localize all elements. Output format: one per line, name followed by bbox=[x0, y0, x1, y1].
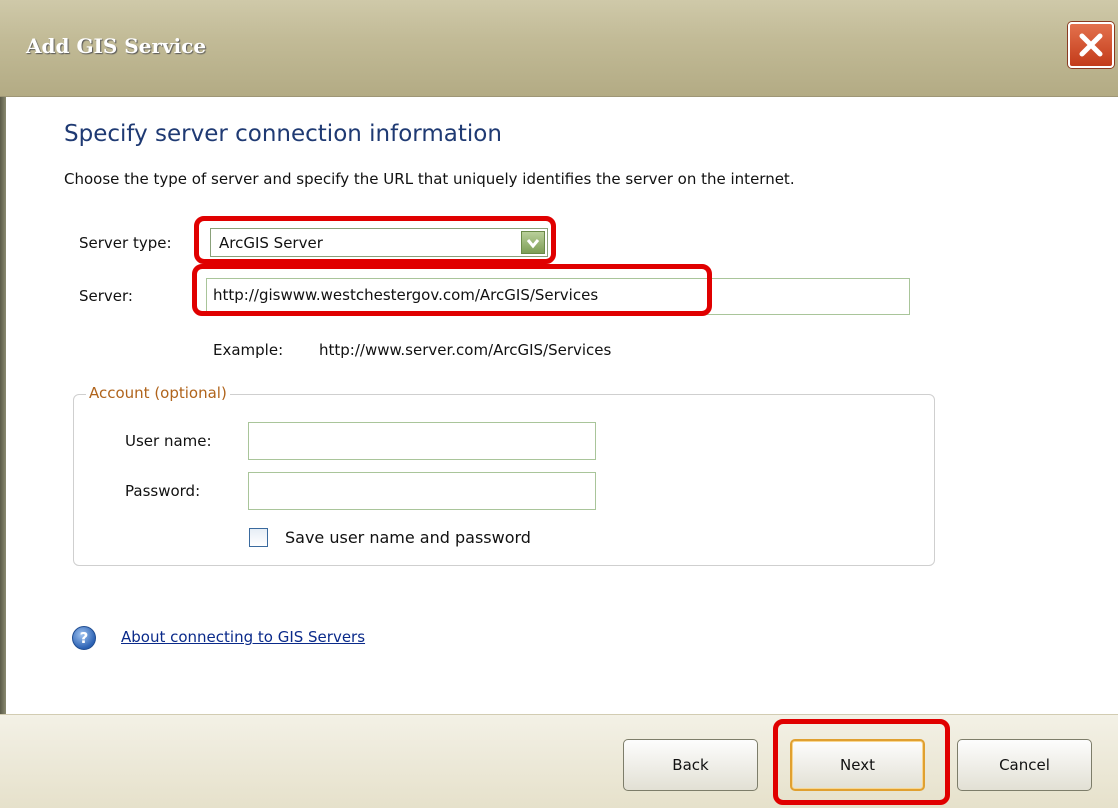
password-label: Password: bbox=[125, 482, 201, 500]
save-credentials-checkbox[interactable] bbox=[249, 528, 268, 547]
server-label: Server: bbox=[79, 287, 133, 305]
footer-bar bbox=[0, 714, 1118, 808]
server-url-input[interactable]: http://giswww.westchestergov.com/ArcGIS/… bbox=[206, 278, 910, 315]
server-type-label: Server type: bbox=[79, 234, 172, 252]
example-label: Example: bbox=[213, 341, 284, 359]
page-description: Choose the type of server and specify th… bbox=[64, 170, 795, 188]
close-button[interactable] bbox=[1068, 22, 1114, 68]
server-type-select[interactable]: ArcGIS Server bbox=[210, 228, 548, 257]
example-value: http://www.server.com/ArcGIS/Services bbox=[319, 341, 612, 359]
account-group-title: Account (optional) bbox=[86, 384, 230, 402]
title-bar: Add GIS Service bbox=[0, 0, 1118, 97]
page-heading: Specify server connection information bbox=[64, 121, 502, 147]
cancel-button[interactable]: Cancel bbox=[957, 739, 1092, 791]
help-link[interactable]: About connecting to GIS Servers bbox=[121, 628, 365, 646]
password-input[interactable] bbox=[248, 472, 596, 510]
username-label: User name: bbox=[125, 432, 212, 450]
username-input[interactable] bbox=[248, 422, 596, 460]
back-button[interactable]: Back bbox=[623, 739, 758, 791]
server-type-value: ArcGIS Server bbox=[219, 234, 323, 252]
window-title: Add GIS Service bbox=[26, 34, 207, 58]
next-button[interactable]: Next bbox=[790, 739, 925, 791]
save-credentials-label: Save user name and password bbox=[285, 528, 531, 547]
window-left-edge bbox=[0, 0, 6, 807]
close-icon bbox=[1079, 33, 1103, 57]
help-icon: ? bbox=[72, 626, 96, 650]
chevron-down-icon[interactable] bbox=[521, 231, 545, 254]
